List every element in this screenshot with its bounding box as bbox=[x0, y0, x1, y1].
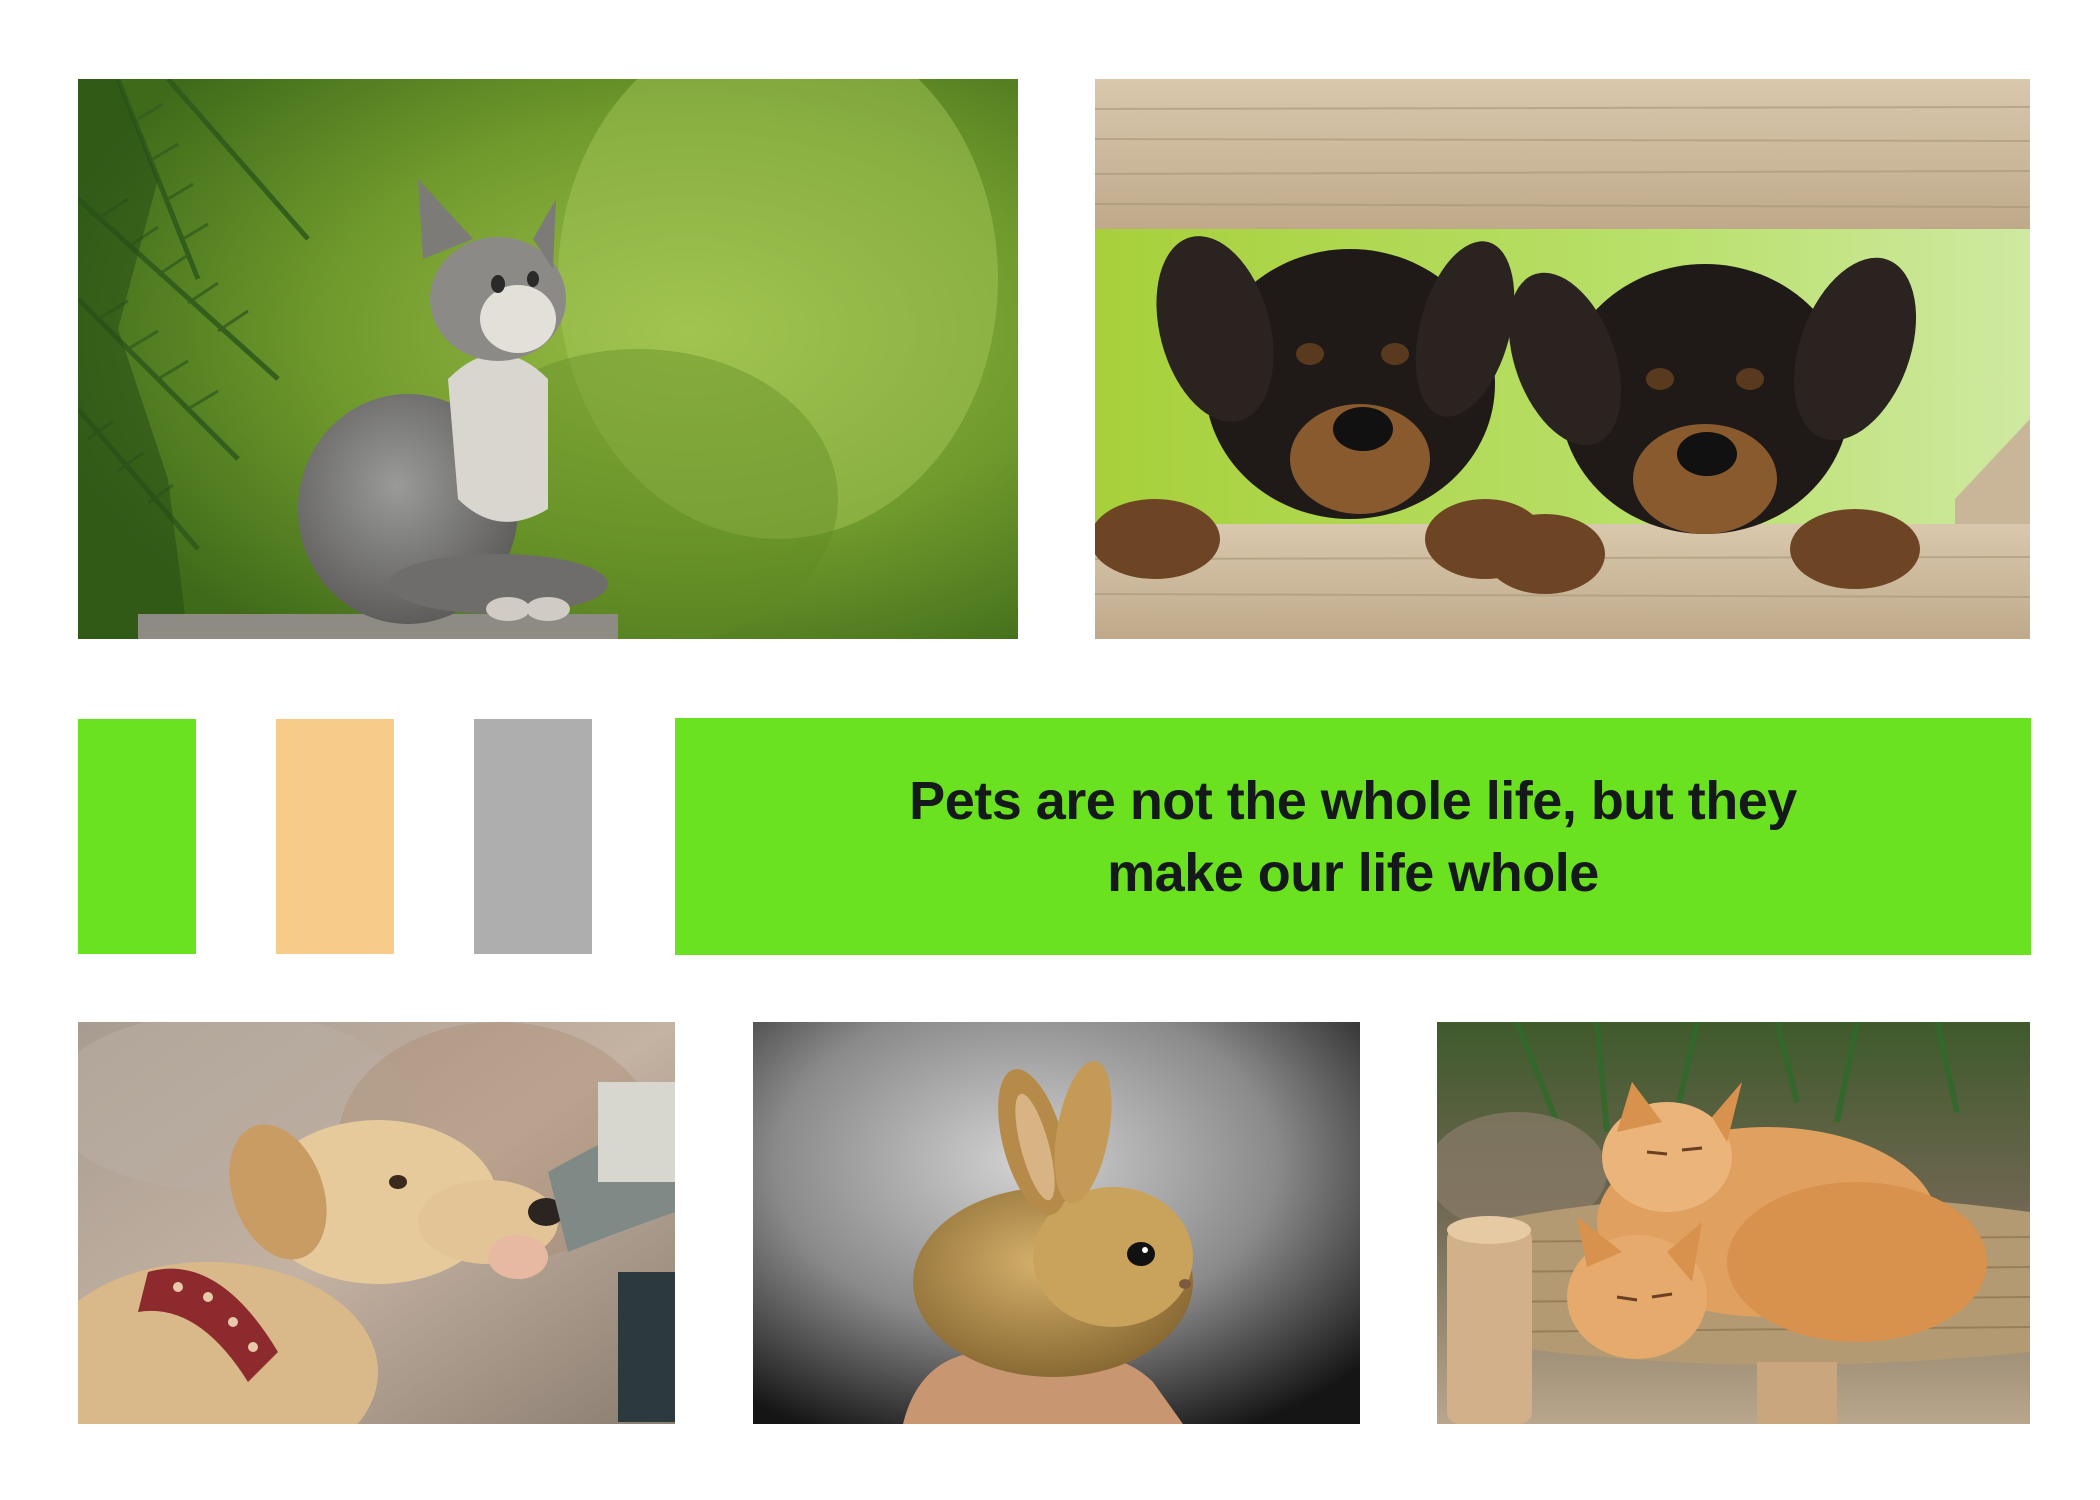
moodboard-page: Pets are not the whole life, but they ma… bbox=[0, 0, 2100, 1500]
photo-bunny bbox=[753, 1022, 1360, 1424]
kittens-image bbox=[1437, 1022, 2030, 1424]
puppies-image bbox=[1095, 79, 2030, 639]
photo-gray-kitten bbox=[78, 79, 1018, 639]
quote-text: Pets are not the whole life, but they ma… bbox=[909, 770, 1797, 903]
bunny-image bbox=[753, 1022, 1360, 1424]
golden-dog-image bbox=[78, 1022, 675, 1424]
photo-orange-kittens bbox=[1437, 1022, 2030, 1424]
green-swatch bbox=[78, 719, 196, 954]
gray-swatch bbox=[474, 719, 592, 954]
kitten-image bbox=[78, 79, 1018, 639]
photo-golden-dog bbox=[78, 1022, 675, 1424]
quote-box: Pets are not the whole life, but they ma… bbox=[675, 718, 2031, 955]
peach-swatch bbox=[276, 719, 394, 954]
photo-rottweiler-puppies bbox=[1095, 79, 2030, 639]
